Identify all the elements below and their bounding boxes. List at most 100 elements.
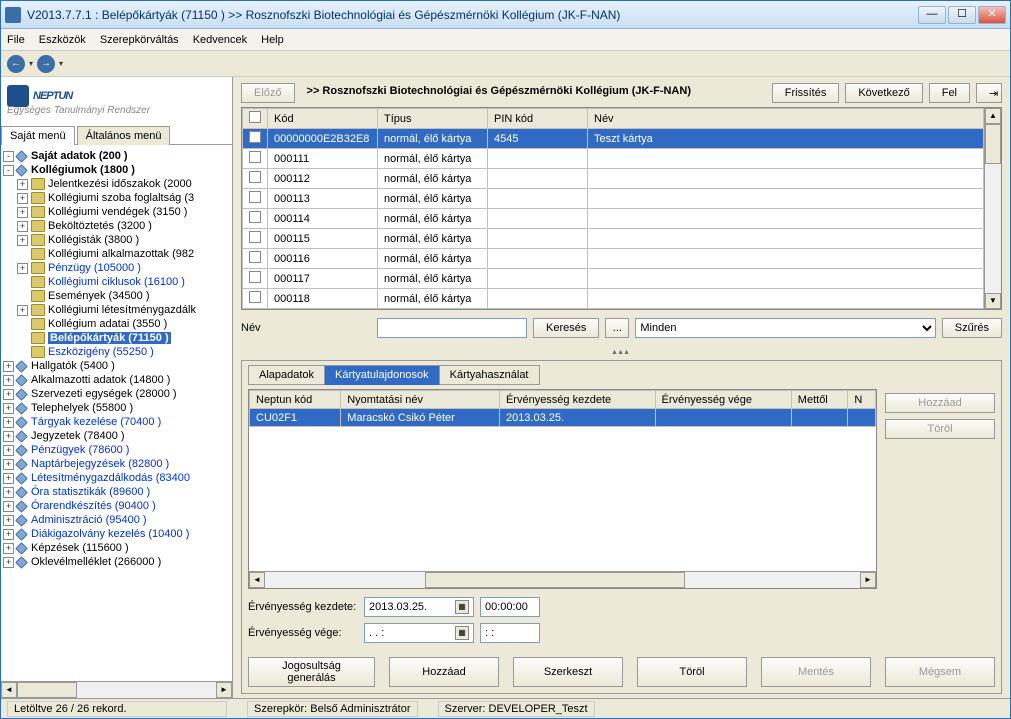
grid-header[interactable]: Típus <box>378 109 488 129</box>
tab-card-usage[interactable]: Kártyahasználat <box>439 365 540 385</box>
action-button-szerkeszt[interactable]: Szerkeszt <box>513 657 623 687</box>
splitter[interactable]: ▴▴▴ <box>241 346 1002 356</box>
detail-grid-header[interactable]: Mettől <box>791 391 848 409</box>
tree-item[interactable]: Belépőkártyák (71150 ) <box>3 331 230 345</box>
tree-item[interactable]: +Szervezeti egységek (28000 ) <box>3 387 230 401</box>
search-button[interactable]: Keresés <box>533 318 599 338</box>
tree-expander-icon[interactable]: - <box>3 151 14 162</box>
filter-combo[interactable]: Minden <box>635 318 935 338</box>
up-button[interactable]: Fel <box>929 83 970 103</box>
tab-own-menu[interactable]: Saját menü <box>1 126 75 145</box>
vscroll-thumb[interactable] <box>985 124 1001 164</box>
hscroll-left-icon[interactable]: ◄ <box>1 682 17 698</box>
tree-item[interactable]: +Alkalmazotti adatok (14800 ) <box>3 373 230 387</box>
tree-expander-icon[interactable]: + <box>3 487 14 498</box>
refresh-button[interactable]: Frissítés <box>772 83 840 103</box>
tree-expander-icon[interactable]: - <box>3 165 14 176</box>
table-row[interactable]: 000113normál, élő kártya <box>243 189 984 209</box>
row-checkbox[interactable] <box>249 291 261 303</box>
prev-button[interactable]: Előző <box>241 83 295 103</box>
tree-expander-icon[interactable]: + <box>3 557 14 568</box>
tree-item[interactable]: +Pénzügy (105000 ) <box>3 261 230 275</box>
tree-item[interactable]: +Jelentkezési időszakok (2000 <box>3 177 230 191</box>
row-checkbox[interactable] <box>249 271 261 283</box>
menu-favorites[interactable]: Kedvencek <box>193 34 247 46</box>
tab-basic-data[interactable]: Alapadatok <box>248 365 325 385</box>
detail-delete-button[interactable]: Töröl <box>885 419 995 439</box>
tree-item[interactable]: Kollégiumi alkalmazottak (982 <box>3 247 230 261</box>
tree-item[interactable]: +Jegyzetek (78400 ) <box>3 429 230 443</box>
row-checkbox[interactable] <box>249 131 261 143</box>
tree-item[interactable]: +Kollégisták (3800 ) <box>3 233 230 247</box>
table-row[interactable]: 00000000E2B32E8normál, élő kártya4545Tes… <box>243 129 984 149</box>
menu-tools[interactable]: Eszközök <box>39 34 86 46</box>
tree-expander-icon[interactable]: + <box>3 375 14 386</box>
tree-item[interactable]: +Adminisztráció (95400 ) <box>3 513 230 527</box>
splitter-grip-icon[interactable]: ▴▴▴ <box>602 347 642 355</box>
tree-expander-icon[interactable]: + <box>3 529 14 540</box>
row-checkbox[interactable] <box>249 171 261 183</box>
tree-expander-icon[interactable]: + <box>3 403 14 414</box>
tree-item[interactable]: +Beköltöztetés (3200 ) <box>3 219 230 233</box>
grid-vscrollbar[interactable]: ▲ ▼ <box>984 108 1001 309</box>
tree-item[interactable]: +Kollégiumi vendégek (3150 ) <box>3 205 230 219</box>
nav-forward-menu-icon[interactable]: ▾ <box>57 59 65 68</box>
vscroll-down-icon[interactable]: ▼ <box>985 293 1001 309</box>
tree-expander-icon[interactable]: + <box>3 473 14 484</box>
nav-back-menu-icon[interactable]: ▾ <box>27 59 35 68</box>
tab-card-owners[interactable]: Kártyatulajdonosok <box>324 365 440 385</box>
nav-tree[interactable]: -Saját adatok (200 )-Kollégiumok (1800 )… <box>1 145 232 681</box>
table-row[interactable]: 000116normál, élő kártya <box>243 249 984 269</box>
detail-grid-header[interactable]: Érvényesség vége <box>655 391 791 409</box>
tree-item[interactable]: +Diákigazolvány kezelés (10400 ) <box>3 527 230 541</box>
tree-expander-icon[interactable]: + <box>3 389 14 400</box>
tree-expander-icon[interactable]: + <box>3 543 14 554</box>
tree-expander-icon[interactable]: + <box>3 445 14 456</box>
tree-expander-icon[interactable]: + <box>17 263 28 274</box>
nav-forward-button[interactable]: → <box>37 55 55 73</box>
validity-start-date-input[interactable]: 2013.03.25.▦ <box>364 597 474 617</box>
tree-expander-icon[interactable]: + <box>17 221 28 232</box>
tree-item[interactable]: +Óra statisztikák (89600 ) <box>3 485 230 499</box>
table-row[interactable]: 000112normál, élő kártya <box>243 169 984 189</box>
action-button-hozzáad[interactable]: Hozzáad <box>389 657 499 687</box>
grid-header[interactable]: PIN kód <box>488 109 588 129</box>
tree-expander-icon[interactable]: + <box>3 459 14 470</box>
tree-item[interactable]: -Saját adatok (200 ) <box>3 149 230 163</box>
detail-grid-header[interactable]: Neptun kód <box>250 391 341 409</box>
tree-item[interactable]: Kollégiumi ciklusok (16100 ) <box>3 275 230 289</box>
select-all-checkbox[interactable] <box>249 111 261 123</box>
nav-back-button[interactable]: ← <box>7 55 25 73</box>
hscroll-thumb[interactable] <box>17 682 77 698</box>
tree-expander-icon[interactable]: + <box>3 431 14 442</box>
tree-item[interactable]: +Kollégiumi létesítménygazdálk <box>3 303 230 317</box>
detail-grid-header[interactable]: Nyomtatási név <box>341 391 500 409</box>
tree-expander-icon[interactable]: + <box>3 515 14 526</box>
row-checkbox[interactable] <box>249 251 261 263</box>
tree-item[interactable]: +Oklevélmelléklet (266000 ) <box>3 555 230 569</box>
tree-item[interactable]: +Tárgyak kezelése (70400 ) <box>3 415 230 429</box>
minimize-button[interactable]: — <box>918 6 946 24</box>
tree-item[interactable]: Eszközigény (55250 ) <box>3 345 230 359</box>
menu-file[interactable]: File <box>7 34 25 46</box>
next-button[interactable]: Következő <box>845 83 922 103</box>
hscroll-right-icon[interactable]: ► <box>216 682 232 698</box>
calendar-icon[interactable]: ▦ <box>455 626 469 640</box>
tree-expander-icon[interactable]: + <box>17 235 28 246</box>
tree-item[interactable]: +Képzések (115600 ) <box>3 541 230 555</box>
validity-start-time-input[interactable] <box>480 597 540 617</box>
filter-apply-button[interactable]: Szűrés <box>942 318 1002 338</box>
tree-item[interactable]: +Kollégiumi szoba foglaltság (3 <box>3 191 230 205</box>
grid-header[interactable]: Név <box>588 109 984 129</box>
tree-item[interactable]: Események (34500 ) <box>3 289 230 303</box>
maximize-button[interactable]: ☐ <box>948 6 976 24</box>
action-button-mégsem[interactable]: Mégsem <box>885 657 995 687</box>
detail-add-button[interactable]: Hozzáad <box>885 393 995 413</box>
tree-expander-icon[interactable]: + <box>17 193 28 204</box>
grid-header[interactable]: Kód <box>268 109 378 129</box>
validity-end-time-input[interactable] <box>480 623 540 643</box>
filter-input[interactable] <box>377 318 527 338</box>
grid-header[interactable] <box>243 109 268 129</box>
table-row[interactable]: 000111normál, élő kártya <box>243 149 984 169</box>
dhscroll-thumb[interactable] <box>425 572 685 588</box>
